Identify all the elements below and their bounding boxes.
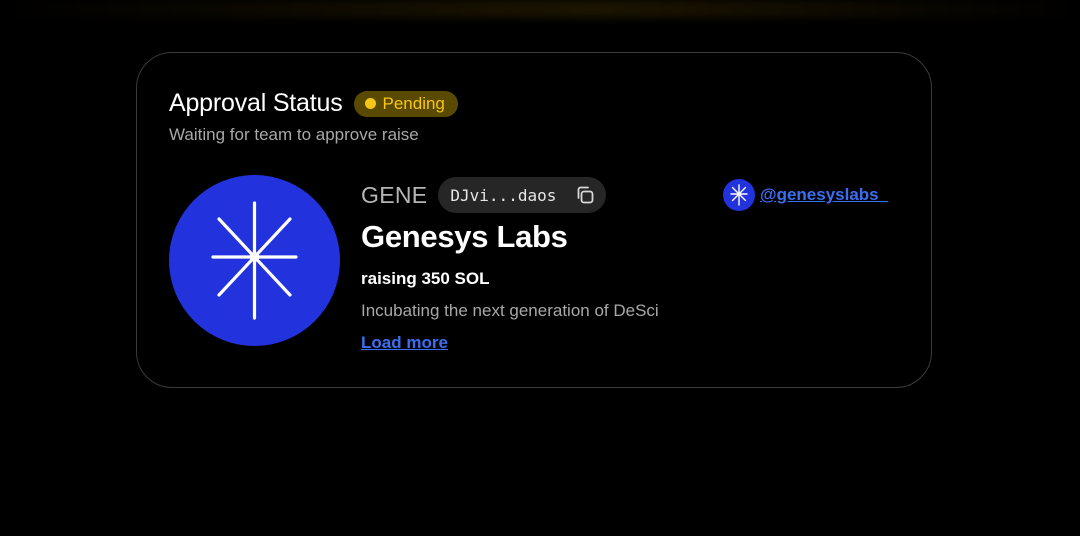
raising-amount: raising 350 SOL bbox=[361, 269, 490, 288]
status-badge-label: Pending bbox=[382, 93, 445, 113]
asterisk-star-small-icon bbox=[730, 184, 748, 206]
approval-header: Approval Status Pending bbox=[169, 89, 458, 118]
ticker-row: GENE DJvi...daos bbox=[361, 177, 607, 213]
copy-icon[interactable] bbox=[574, 184, 596, 206]
approval-title: Approval Status bbox=[169, 89, 343, 117]
token-ticker: GENE bbox=[361, 181, 428, 208]
status-dot-icon bbox=[364, 98, 376, 109]
social-handle: @genesyslabs_ bbox=[760, 185, 889, 204]
load-more-link[interactable]: Load more bbox=[361, 333, 448, 353]
address-pill[interactable]: DJvi...daos bbox=[438, 177, 607, 213]
approval-subtitle: Waiting for team to approve raise bbox=[169, 125, 419, 144]
top-glow-decoration bbox=[0, 0, 1080, 18]
social-avatar bbox=[723, 179, 755, 211]
approval-card: Approval Status Pending Waiting for team… bbox=[136, 52, 932, 388]
project-description: Incubating the next generation of DeSci bbox=[361, 301, 659, 320]
project-name: Genesys Labs bbox=[361, 219, 568, 254]
status-badge: Pending bbox=[353, 90, 458, 117]
contract-address: DJvi...daos bbox=[450, 185, 557, 205]
social-link[interactable]: @genesyslabs_ bbox=[723, 179, 888, 211]
project-logo bbox=[169, 175, 340, 346]
asterisk-star-icon bbox=[211, 201, 298, 320]
